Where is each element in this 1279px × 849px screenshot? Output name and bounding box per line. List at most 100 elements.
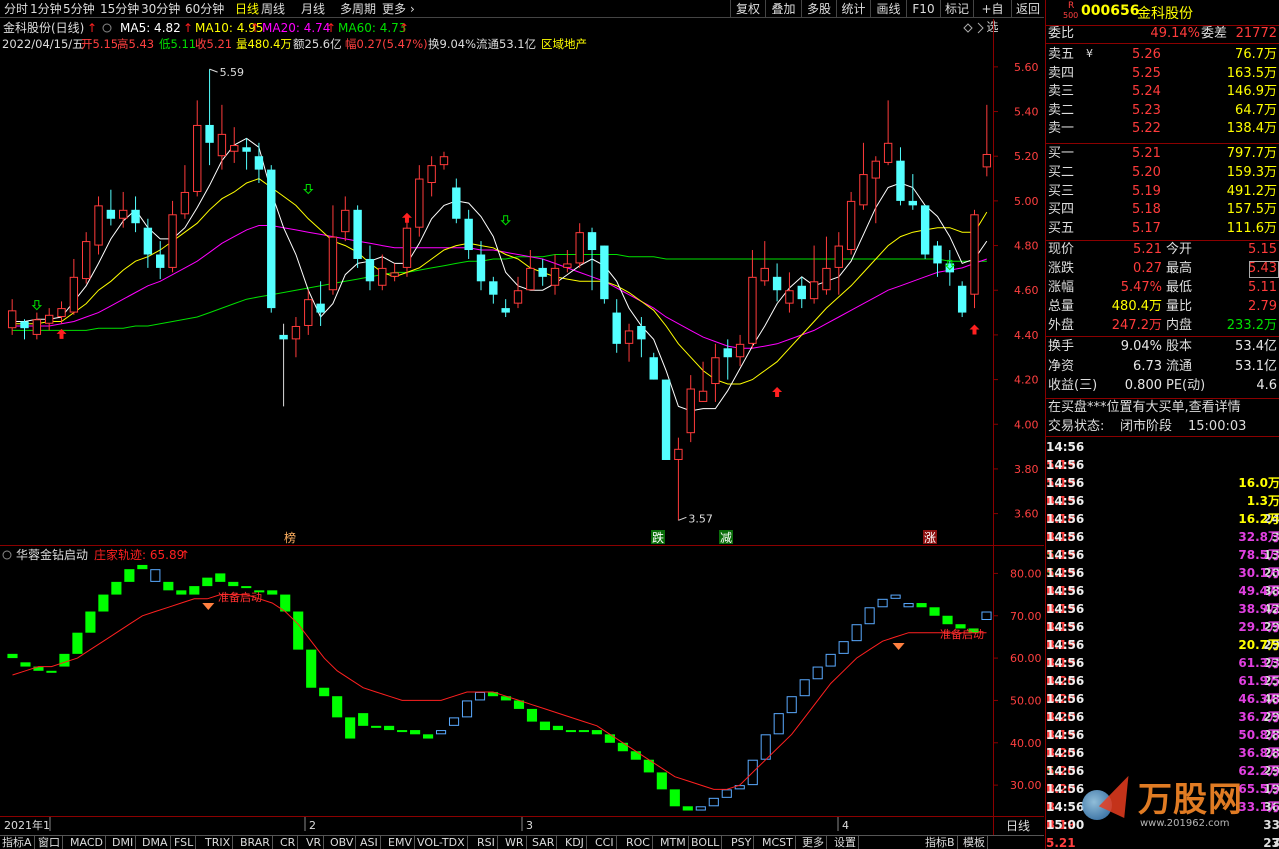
- period-tab[interactable]: 更多: [382, 1, 406, 17]
- candle[interactable]: [81, 232, 91, 284]
- period-tab[interactable]: 多周期: [340, 1, 376, 17]
- candle[interactable]: [612, 299, 621, 353]
- indicator-tab[interactable]: ASI: [358, 836, 381, 849]
- candle[interactable]: [711, 343, 720, 402]
- candle[interactable]: [575, 223, 584, 268]
- candle[interactable]: [193, 100, 202, 197]
- candle[interactable]: [883, 100, 893, 166]
- candle[interactable]: [20, 319, 29, 340]
- indicator-tab[interactable]: 指标A: [0, 836, 35, 849]
- toolbar-button[interactable]: +自选: [973, 0, 1011, 34]
- event-tag[interactable]: 跌: [651, 530, 665, 545]
- candle[interactable]: [242, 138, 251, 170]
- indicator-tab[interactable]: TRIX: [203, 836, 234, 849]
- candle[interactable]: [156, 241, 165, 280]
- candle[interactable]: [44, 308, 54, 331]
- candle[interactable]: [365, 245, 375, 291]
- candle[interactable]: [686, 375, 695, 443]
- indicator-tab[interactable]: DMI: [110, 836, 137, 849]
- candle[interactable]: [600, 245, 609, 304]
- indicator-tab[interactable]: DMA: [140, 836, 171, 849]
- candle[interactable]: [328, 205, 338, 295]
- candle[interactable]: [341, 196, 350, 242]
- indicator-tab[interactable]: OBV: [328, 836, 357, 849]
- candle[interactable]: [143, 218, 153, 268]
- indicator-tab[interactable]: MACD: [68, 836, 106, 849]
- candle[interactable]: [834, 232, 843, 295]
- candle[interactable]: [970, 209, 979, 309]
- indicator-tab[interactable]: 模板: [961, 836, 988, 849]
- indicator-tab[interactable]: 窗口: [36, 836, 63, 849]
- candle[interactable]: [649, 352, 658, 380]
- indicator-tab[interactable]: WR: [503, 836, 527, 849]
- candle[interactable]: [982, 104, 992, 177]
- kline-chart[interactable]: 5.60 5.40 5.20 5.00 4.80 4.60 4.40 4.20 4.00 3.80…: [0, 19, 1044, 849]
- indicator-tab[interactable]: RSI: [475, 836, 498, 849]
- candle[interactable]: [513, 276, 523, 309]
- period-tab[interactable]: 月线: [301, 1, 325, 17]
- candle[interactable]: [501, 299, 510, 318]
- indicator-tab[interactable]: FSL: [172, 836, 197, 849]
- toolbar-button[interactable]: 返回: [1011, 0, 1044, 18]
- indicator-tab[interactable]: EMV: [386, 836, 415, 849]
- chevron-right-icon[interactable]: ›: [410, 1, 415, 17]
- candle[interactable]: [674, 437, 683, 521]
- toolbar-button[interactable]: 多股: [801, 0, 836, 18]
- big-order-notice[interactable]: 在买盘***位置有大买单,查看详情: [1048, 399, 1279, 417]
- indicator-tab[interactable]: MCST: [760, 836, 796, 849]
- candle[interactable]: [624, 323, 634, 362]
- settings-icon[interactable]: [102, 23, 112, 33]
- indicator-tab[interactable]: MTM: [658, 836, 689, 849]
- toolbar-button[interactable]: 复权: [730, 0, 765, 18]
- event-tag[interactable]: 涨: [923, 530, 937, 545]
- toolbar-button[interactable]: 画线: [870, 0, 906, 18]
- candle[interactable]: [538, 258, 547, 286]
- candle[interactable]: [119, 191, 128, 228]
- candle[interactable]: [106, 189, 116, 226]
- toolbar-button[interactable]: F10: [906, 0, 940, 18]
- candle[interactable]: [267, 165, 276, 313]
- candle[interactable]: [316, 281, 325, 326]
- candle[interactable]: [896, 147, 905, 206]
- candle[interactable]: [846, 191, 856, 255]
- toolbar-button[interactable]: 叠加: [765, 0, 801, 18]
- candle[interactable]: [748, 250, 757, 349]
- candle[interactable]: [427, 156, 436, 197]
- candle[interactable]: [476, 241, 486, 291]
- candle[interactable]: [772, 263, 782, 302]
- candle[interactable]: [32, 312, 42, 340]
- indicator-tab[interactable]: PSY: [729, 836, 755, 849]
- candle[interactable]: [217, 104, 227, 170]
- candle[interactable]: [168, 200, 177, 273]
- indicator-tab[interactable]: VR: [304, 836, 325, 849]
- period-tab[interactable]: 周线: [261, 1, 285, 17]
- chevron-right-icon[interactable]: [977, 22, 984, 34]
- event-tag[interactable]: 榜: [283, 530, 297, 545]
- candle[interactable]: [809, 245, 819, 304]
- candle[interactable]: [760, 241, 769, 286]
- candle[interactable]: [390, 263, 399, 282]
- indicator-tab[interactable]: VOL-TDX: [415, 836, 468, 849]
- diamond-icon[interactable]: [963, 23, 973, 33]
- event-tag[interactable]: 减: [719, 530, 733, 545]
- candle[interactable]: [797, 276, 806, 309]
- candle[interactable]: [291, 317, 301, 358]
- candle[interactable]: [180, 165, 190, 219]
- toolbar-button[interactable]: 标记: [940, 0, 973, 18]
- candle[interactable]: [402, 214, 412, 277]
- settings-icon[interactable]: [2, 550, 12, 560]
- candle[interactable]: [735, 334, 745, 367]
- indicator-tab[interactable]: CR: [278, 836, 299, 849]
- indicator-tab[interactable]: 指标B: [923, 836, 958, 849]
- candle[interactable]: [785, 272, 794, 313]
- candle[interactable]: [957, 281, 967, 318]
- candle[interactable]: [661, 379, 671, 460]
- candle[interactable]: [7, 299, 17, 335]
- candle[interactable]: [353, 205, 362, 268]
- period-tab[interactable]: 60分钟: [185, 1, 224, 17]
- period-tab[interactable]: 日线: [235, 1, 259, 17]
- candle[interactable]: [57, 301, 66, 324]
- candle[interactable]: [945, 250, 955, 286]
- candle[interactable]: [550, 254, 560, 295]
- indicator-tab[interactable]: BRAR: [238, 836, 273, 849]
